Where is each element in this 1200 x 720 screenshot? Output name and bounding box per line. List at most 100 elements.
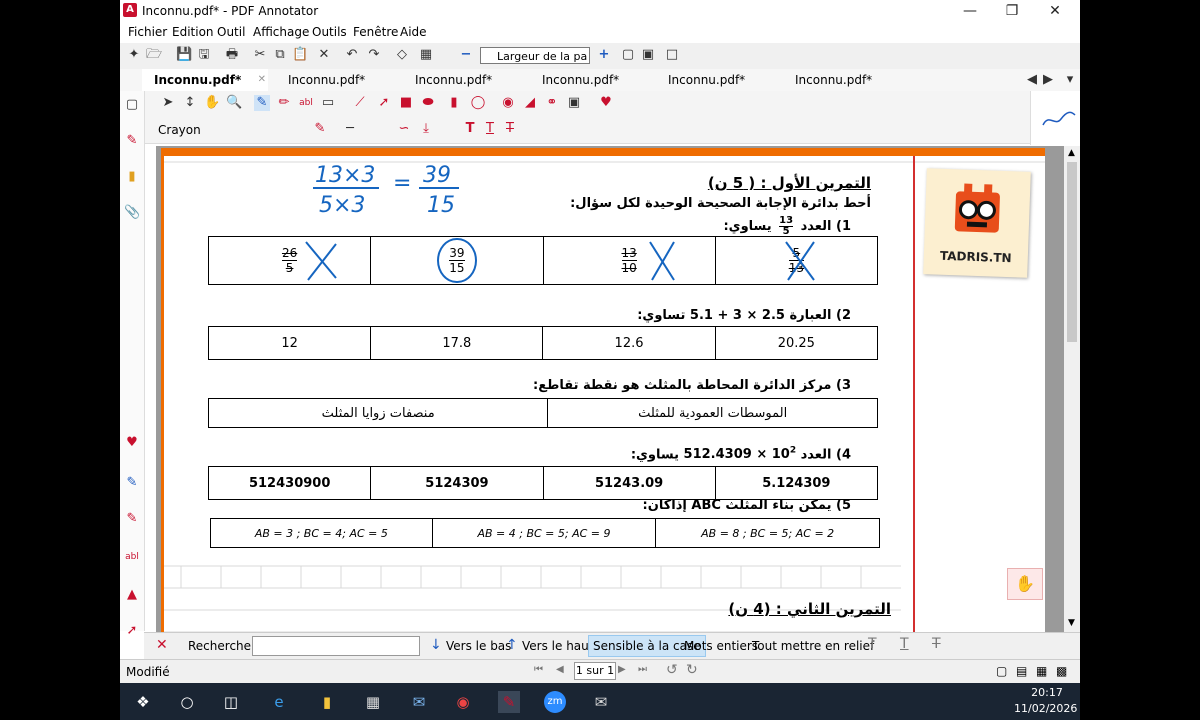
tab-document-1[interactable]: Inconnu.pdf* ✕ xyxy=(142,69,268,93)
underline-text-icon[interactable]: T xyxy=(900,636,909,652)
search-circle-icon[interactable]: ○ xyxy=(176,691,198,713)
edge-icon[interactable]: e xyxy=(268,691,290,713)
search-up-button[interactable]: Vers le haut xyxy=(522,639,593,653)
next-page-icon[interactable]: ▶ xyxy=(618,664,626,675)
tab-list-icon[interactable]: ▾ xyxy=(1062,72,1078,88)
highlighter-icon[interactable]: ▮ xyxy=(446,95,462,111)
cut-icon[interactable]: ✂ xyxy=(252,47,268,63)
scroll-down-icon[interactable]: ▼ xyxy=(1068,618,1075,628)
tab-document-2[interactable]: Inconnu.pdf* xyxy=(276,69,402,91)
single-page-view-icon[interactable]: ▢ xyxy=(996,664,1007,678)
new-icon[interactable]: ✦ xyxy=(126,47,142,63)
lasso-icon[interactable]: ◯ xyxy=(470,95,486,111)
save-all-icon[interactable]: 🖫 xyxy=(196,47,212,63)
menu-outil[interactable]: Outil xyxy=(217,25,245,39)
hand-icon[interactable]: ✋ xyxy=(204,95,220,111)
delete-icon[interactable]: ✕ xyxy=(316,47,332,63)
q2-answer-cell[interactable]: 17.8 xyxy=(370,326,544,360)
q2-answer-cell[interactable]: 20.25 xyxy=(714,326,879,360)
scroll-up-icon[interactable]: ▲ xyxy=(1068,148,1075,158)
text-select-icon[interactable]: ↕ xyxy=(182,95,198,111)
zoom-out-icon[interactable]: − xyxy=(458,47,474,63)
marker-icon[interactable]: ✏ xyxy=(276,95,292,111)
close-search-icon[interactable]: ✕ xyxy=(156,637,168,653)
camera-icon[interactable]: ◉ xyxy=(500,95,516,111)
text-strike-icon[interactable]: T xyxy=(502,121,518,137)
menu-fichier[interactable]: Fichier xyxy=(128,25,167,39)
windows-start-icon[interactable]: ❖ xyxy=(132,691,154,713)
line-icon[interactable]: ⟋ xyxy=(352,95,368,111)
line-width-icon[interactable]: ─ xyxy=(342,121,358,137)
tab-document-6[interactable]: Inconnu.pdf* xyxy=(783,69,909,91)
close-icon[interactable]: ✕ xyxy=(1035,1,1075,21)
straighten-icon[interactable]: ⤓ xyxy=(418,121,434,137)
pen-icon[interactable]: ✎ xyxy=(254,95,270,111)
q4-answer-cell[interactable]: 5124309 xyxy=(370,466,544,500)
two-page-continuous-icon[interactable]: ▩ xyxy=(1056,664,1067,678)
tab-scroll-left-icon[interactable]: ◀ xyxy=(1024,72,1040,88)
menu-fenetre[interactable]: Fenêtre xyxy=(353,25,398,39)
paste-icon[interactable]: 📋 xyxy=(292,47,308,63)
chat-icon[interactable]: ✉ xyxy=(590,691,612,713)
undo-icon[interactable]: ↶ xyxy=(344,47,360,63)
q2-answer-cell[interactable]: 12.6 xyxy=(542,326,716,360)
note-icon[interactable]: ▮ xyxy=(124,169,140,185)
pen-favorite-icon[interactable]: ✎ xyxy=(124,133,140,149)
save-icon[interactable]: 💾 xyxy=(176,47,192,63)
text-underline-icon[interactable]: T xyxy=(482,121,498,137)
whole-words-toggle[interactable]: Mots entiers xyxy=(684,639,758,653)
chrome-icon[interactable]: ◉ xyxy=(452,691,474,713)
arrow-up-icon[interactable]: ↑ xyxy=(506,637,518,653)
print-icon[interactable]: 🖶 xyxy=(224,47,240,63)
zoom-in-icon[interactable]: + xyxy=(596,47,612,63)
arrow-icon[interactable]: ➚ xyxy=(376,95,392,111)
rectangle-icon[interactable]: ■ xyxy=(398,95,414,111)
last-page-icon[interactable]: ⏭ xyxy=(638,664,647,675)
restore-icon[interactable]: ❐ xyxy=(992,1,1032,21)
highlight-text-icon[interactable]: T xyxy=(868,636,877,652)
store-icon[interactable]: ▦ xyxy=(362,691,384,713)
open-icon[interactable]: 🗁 xyxy=(146,47,162,63)
q4-answer-cell[interactable]: 5.124309 xyxy=(714,466,879,500)
smooth-stroke-icon[interactable]: ∽ xyxy=(396,121,412,137)
first-page-icon[interactable]: ⏮ xyxy=(534,664,543,675)
minimize-icon[interactable]: — xyxy=(950,1,990,21)
arrow-tool-icon[interactable]: ➚ xyxy=(124,623,140,639)
prev-page-icon[interactable]: ◀ xyxy=(556,664,564,675)
single-page-icon[interactable]: ▢ xyxy=(620,47,636,63)
typewriter-icon[interactable]: abl xyxy=(298,95,314,111)
zoom-select[interactable]: Largeur de la pa xyxy=(480,47,590,64)
favorites-heart-icon[interactable]: ♥ xyxy=(124,435,140,451)
red-pen-icon[interactable]: ✎ xyxy=(124,511,140,527)
favorites-heart-icon[interactable]: ♥ xyxy=(598,95,614,111)
menu-aide[interactable]: Aide xyxy=(400,25,427,39)
tab-document-5[interactable]: Inconnu.pdf* xyxy=(656,69,782,91)
q2-answer-cell[interactable]: 12 xyxy=(207,326,372,360)
document-viewer[interactable]: TADRIS.TN 13×3 5×3 = 39 15 التمرين الأول… xyxy=(156,146,1064,632)
redo-icon[interactable]: ↷ xyxy=(366,47,382,63)
menu-outils[interactable]: Outils xyxy=(312,25,347,39)
tab-close-icon[interactable]: ✕ xyxy=(258,69,266,91)
search-down-button[interactable]: Vers le bas xyxy=(446,639,511,653)
q3-answer-cell[interactable]: الموسطات العمودية للمثلث xyxy=(547,398,878,428)
link-icon[interactable]: ⚭ xyxy=(544,95,560,111)
vertical-scrollbar[interactable]: ▲ ▼ xyxy=(1064,146,1080,632)
layout-icon[interactable]: ▦ xyxy=(418,47,434,63)
highlight-all-button[interactable]: Tout mettre en relief xyxy=(752,639,874,653)
search-input[interactable] xyxy=(252,636,420,656)
scroll-thumb[interactable] xyxy=(1067,162,1077,342)
fit-width-icon[interactable]: ▣ xyxy=(640,47,656,63)
attachment-icon[interactable]: 📎 xyxy=(124,205,140,221)
text-style-icon[interactable]: T xyxy=(462,121,478,137)
q5-answer-cell[interactable]: AB = 4 ; BC = 5; AC = 9 xyxy=(431,518,657,548)
q5-answer-cell[interactable]: AB = 8 ; BC = 5; AC = 2 xyxy=(655,518,880,548)
arrow-down-icon[interactable]: ↓ xyxy=(430,637,442,653)
eraser-icon[interactable]: ▭ xyxy=(320,95,336,111)
image-icon[interactable]: ▣ xyxy=(566,95,582,111)
page-thumbnail-icon[interactable]: ▢ xyxy=(124,97,140,113)
copy-icon[interactable]: ⧉ xyxy=(272,47,288,63)
q5-answer-cell[interactable]: AB = 3 ; BC = 4; AC = 5 xyxy=(210,518,433,548)
zoom-tool-icon[interactable]: 🔍 xyxy=(226,95,242,111)
back-icon[interactable]: ↺ xyxy=(666,662,678,678)
textbox-icon[interactable]: abl xyxy=(124,549,140,565)
